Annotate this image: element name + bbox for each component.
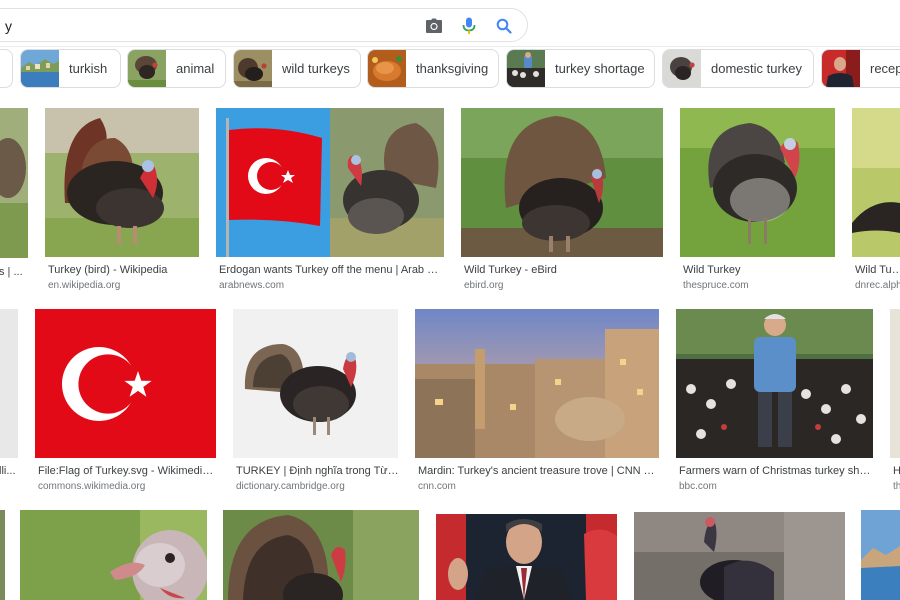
partial-image-thumbnail-icon	[0, 309, 18, 458]
roast-turkey-thumbnail-icon	[368, 50, 406, 87]
turkey-fan-photo-icon	[223, 510, 419, 600]
chip-thanksgiving[interactable]: thanksgiving	[367, 49, 499, 88]
partial-turkey-photo-icon	[852, 108, 900, 257]
chip-recep[interactable]: recep	[821, 49, 900, 88]
chip-wild-turkeys[interactable]: wild turkeys	[233, 49, 361, 88]
turkish-flag-icon	[35, 309, 216, 458]
microphone-icon[interactable]	[460, 17, 478, 35]
mardin-city-photo-icon	[415, 309, 659, 458]
chip-turkish[interactable]: turkish	[20, 49, 121, 88]
chip-domestic-turkey[interactable]: domestic turkey	[662, 49, 814, 88]
search-bar	[0, 8, 528, 42]
wild-turkey-thumbnail-icon	[234, 50, 272, 87]
flag-and-turkey-photo-icon	[216, 108, 444, 257]
partial-image-thumbnail-icon	[0, 510, 5, 600]
chip-turkey-shortage[interactable]: turkey shortage	[506, 49, 655, 88]
partial-coastal-photo-icon	[861, 510, 900, 600]
farmer-with-turkeys-photo-icon	[676, 309, 873, 458]
partial-image-thumbnail-icon	[890, 309, 900, 458]
politician-thumbnail-icon	[822, 50, 860, 87]
domestic-turkey-thumbnail-icon	[663, 50, 701, 87]
partial-image-thumbnail-icon	[0, 108, 28, 258]
turkey-bird-photo-icon	[45, 108, 199, 257]
chip-partial[interactable]	[0, 49, 13, 88]
turkey-standing-photo-icon	[634, 512, 845, 600]
farmer-turkeys-thumbnail-icon	[507, 50, 545, 87]
camera-icon[interactable]	[425, 17, 443, 35]
turkey-head-closeup-photo-icon	[20, 510, 207, 600]
politician-speaking-photo-icon	[436, 514, 617, 600]
chip-animal[interactable]: animal	[127, 49, 226, 88]
turkey-thumbnail-icon	[128, 50, 166, 87]
search-input[interactable]	[5, 17, 385, 35]
turkey-illustration-icon	[233, 309, 398, 458]
wild-turkey-grass-photo-icon	[680, 108, 835, 257]
search-icon[interactable]	[495, 17, 513, 35]
wild-turkey-photo-icon	[461, 108, 663, 257]
coastal-town-thumbnail-icon	[21, 50, 59, 87]
header-divider	[0, 46, 900, 47]
